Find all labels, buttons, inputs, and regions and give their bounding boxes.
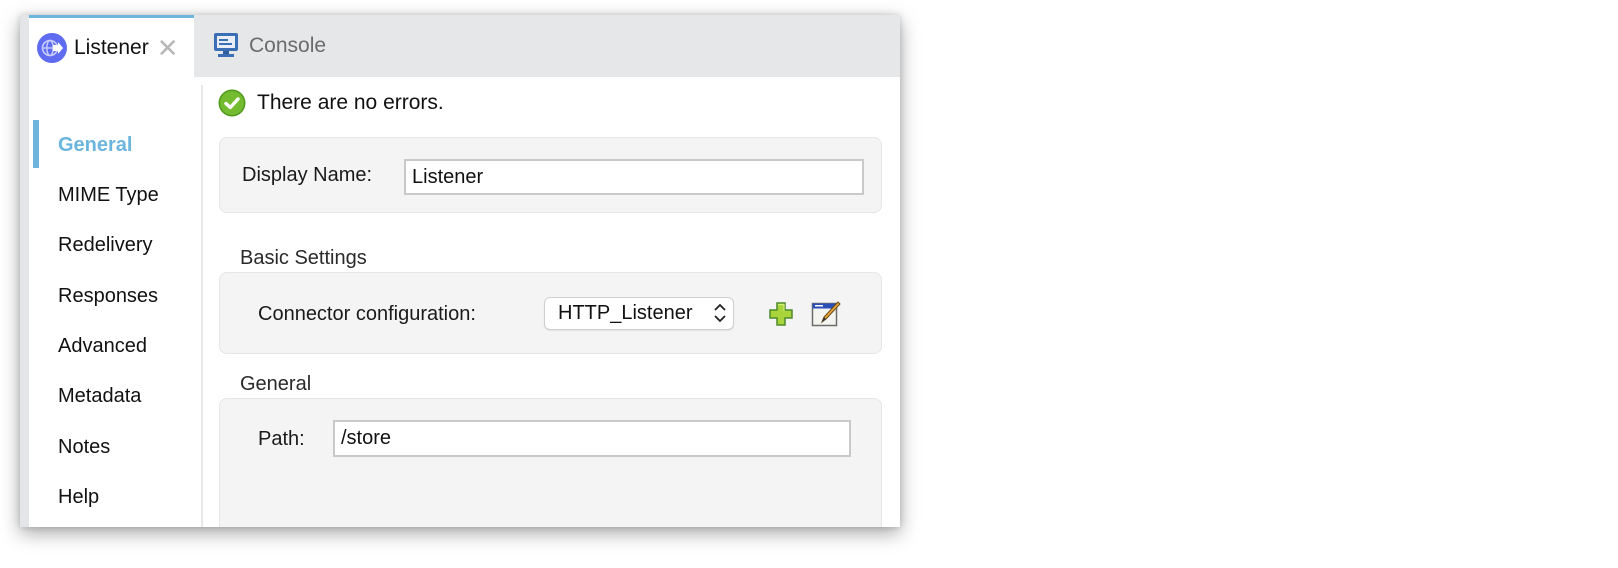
- path-input[interactable]: [333, 420, 851, 457]
- connector-configuration-label: Connector configuration:: [258, 303, 476, 325]
- editor-content: General MIME Type Redelivery Responses A…: [29, 77, 900, 527]
- sidebar-item-general[interactable]: General: [58, 134, 132, 157]
- display-name-section: Display Name:: [219, 137, 882, 213]
- window-left-strip: [20, 15, 29, 527]
- sidebar-item-metadata[interactable]: Metadata: [58, 385, 141, 408]
- display-name-label: Display Name:: [242, 164, 373, 186]
- path-label: Path:: [258, 428, 305, 450]
- connector-configuration-select[interactable]: HTTP_Listener: [544, 297, 734, 330]
- status-text: There are no errors.: [257, 91, 444, 114]
- close-tab-icon[interactable]: ✕: [157, 35, 179, 61]
- up-down-chevron-icon: [714, 303, 726, 323]
- sidebar-nav: General MIME Type Redelivery Responses A…: [29, 77, 201, 527]
- active-indicator: [33, 120, 39, 168]
- tab-bar: Listener ✕ Console: [29, 15, 900, 77]
- general-section: Path:: [219, 398, 882, 527]
- properties-window: Listener ✕ Console General MIME Type Red…: [20, 15, 900, 527]
- tab-listener-label: Listener: [74, 35, 149, 59]
- sidebar-item-responses[interactable]: Responses: [58, 285, 158, 308]
- sidebar-divider[interactable]: [201, 85, 203, 527]
- tab-console-label: Console: [249, 34, 327, 57]
- basic-settings-title: Basic Settings: [240, 247, 367, 269]
- sidebar-item-help[interactable]: Help: [58, 486, 99, 509]
- basic-settings-section: Connector configuration: HTTP_Listener: [219, 272, 882, 354]
- edit-config-icon[interactable]: [811, 299, 841, 327]
- check-circle-icon: [218, 89, 246, 117]
- sidebar-item-redelivery[interactable]: Redelivery: [58, 234, 152, 257]
- console-monitor-icon: [212, 31, 242, 61]
- validation-status: There are no errors.: [218, 89, 444, 117]
- listener-globe-icon: [37, 32, 67, 63]
- sidebar-item-notes[interactable]: Notes: [58, 436, 110, 459]
- sidebar-item-mime-type[interactable]: MIME Type: [58, 184, 159, 207]
- connector-configuration-value: HTTP_Listener: [558, 302, 693, 324]
- tab-console[interactable]: Console: [194, 15, 326, 77]
- display-name-input[interactable]: [404, 159, 864, 195]
- add-plus-icon[interactable]: [768, 301, 796, 329]
- tab-listener[interactable]: Listener ✕: [29, 15, 194, 77]
- sidebar-item-advanced[interactable]: Advanced: [58, 335, 147, 358]
- general-section-title: General: [240, 373, 312, 395]
